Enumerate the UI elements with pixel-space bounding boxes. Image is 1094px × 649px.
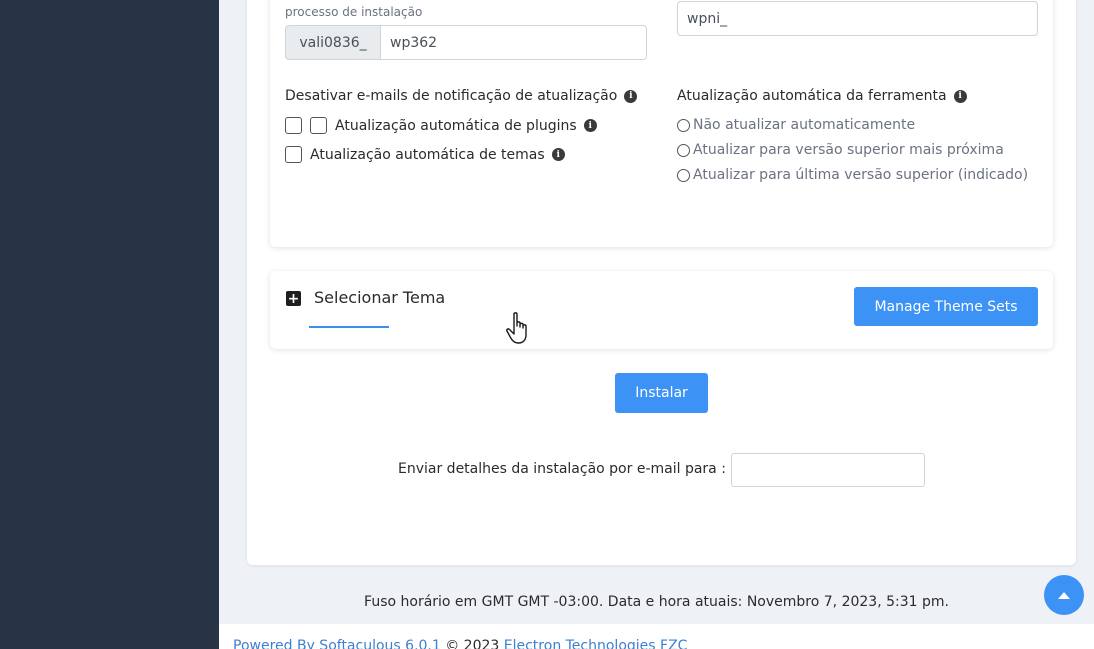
timezone-text: Fuso horário em GMT GMT -03:00. Data e h…	[364, 594, 949, 610]
email-input[interactable]	[731, 453, 925, 487]
footer-copyright: © 2023	[440, 638, 504, 649]
plugins-auto-update-label: Atualização automática de plugins	[335, 117, 577, 134]
expand-plus-icon[interactable]: +	[286, 291, 301, 306]
arrow-up-icon	[1058, 591, 1070, 599]
footer-text: Powered By Softaculous 6.0.1 © 2023 Elec…	[233, 638, 687, 649]
auto-update-option-label: Atualizar para versão superior mais próx…	[693, 142, 1004, 158]
auto-update-option-label: Atualizar para última versão superior (i…	[693, 167, 1029, 183]
plugins-auto-update-row: Atualização automática de plugins i	[285, 117, 597, 134]
themes-auto-update-row: Atualização automática de temas i	[285, 146, 565, 163]
install-button[interactable]: Instalar	[615, 373, 708, 413]
themes-auto-update-checkbox[interactable]	[285, 146, 302, 163]
radio-button[interactable]	[677, 143, 690, 157]
company-link[interactable]: Electron Technologies FZC	[504, 638, 688, 649]
plugins-auto-update-checkbox[interactable]	[310, 117, 327, 134]
info-icon[interactable]: i	[953, 89, 967, 103]
info-icon[interactable]: i	[551, 148, 565, 161]
theme-title[interactable]: Selecionar Tema	[314, 288, 445, 307]
auto-update-option[interactable]: Atualizar para última versão superior (i…	[677, 167, 1028, 183]
auto-update-option[interactable]: Atualizar para versão superior mais próx…	[677, 142, 1004, 158]
db-prefix-input[interactable]	[677, 1, 1038, 36]
install-dir-group: vali0836_	[285, 25, 647, 60]
hand-cursor-icon	[506, 312, 527, 344]
notifications-title-text: Desativar e-mails de notificação de atua…	[285, 88, 618, 104]
install-dir-input[interactable]	[381, 25, 647, 60]
auto-update-title-text: Atualização automática da ferramenta	[677, 88, 947, 104]
email-label: Enviar detalhes da instalação por e-mail…	[398, 461, 726, 477]
themes-auto-update-label: Atualização automática de temas	[310, 146, 545, 163]
auto-update-option-label: Não atualizar automaticamente	[693, 117, 916, 133]
radio-button[interactable]	[677, 118, 690, 132]
info-icon[interactable]: i	[583, 119, 597, 132]
theme-title-underline	[309, 326, 389, 328]
sidebar	[0, 0, 219, 649]
scroll-top-button[interactable]	[1044, 575, 1084, 615]
auto-update-title: Atualização automática da ferramenta i	[677, 88, 967, 104]
softaculous-link[interactable]: Powered By Softaculous 6.0.1	[233, 638, 441, 649]
notifications-title: Desativar e-mails de notificação de atua…	[285, 88, 638, 104]
auto-update-option[interactable]: Não atualizar automaticamente	[677, 117, 915, 133]
manage-theme-sets-button[interactable]: Manage Theme Sets	[854, 287, 1038, 326]
install-dir-label: processo de instalação	[285, 5, 423, 19]
radio-button[interactable]	[677, 168, 690, 182]
install-dir-prefix: vali0836_	[285, 25, 381, 60]
disable-notify-plugins-checkbox[interactable]	[285, 117, 302, 134]
info-icon[interactable]: i	[624, 89, 638, 103]
